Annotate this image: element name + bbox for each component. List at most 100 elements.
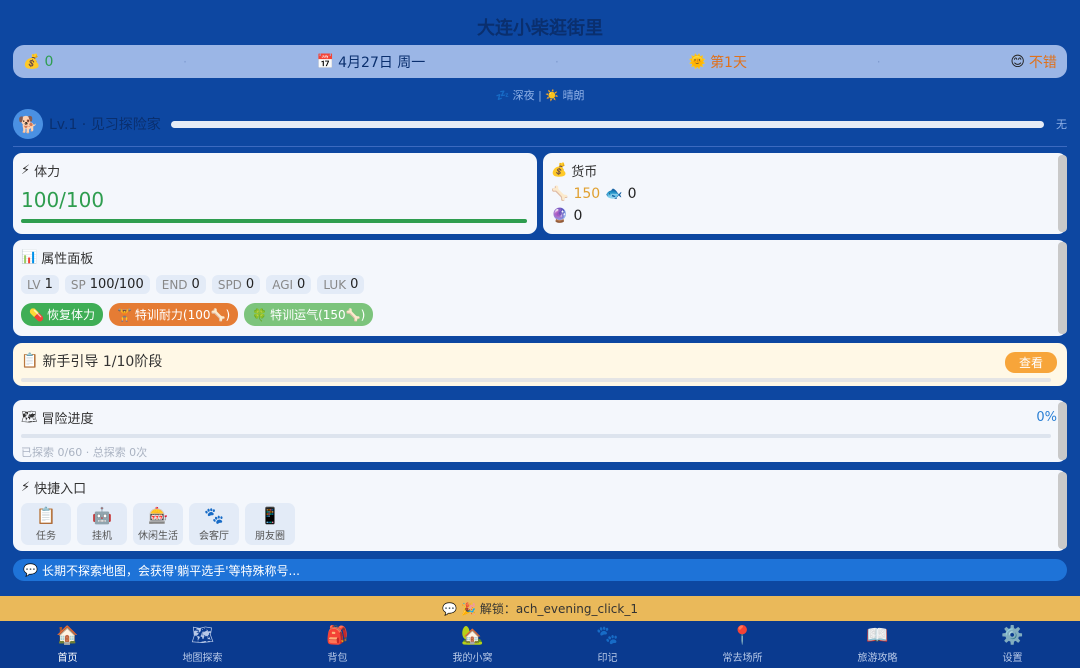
app-title: 大连小柴逛街里 xyxy=(477,18,603,39)
weather: 晴朗 xyxy=(562,89,585,102)
nav-label: 印记 xyxy=(597,652,618,664)
adventure-progress xyxy=(21,434,1051,438)
nav-item-backpack[interactable]: 🎒 背包 xyxy=(270,621,405,668)
guide-card: 📋 新手引导 1/10阶段 查看 xyxy=(13,343,1067,386)
avatar[interactable]: 🐕 xyxy=(13,109,43,139)
adventure-card: 🗺 冒险进度 0% 已探索 0/60 · 总探索 0次 xyxy=(13,400,1067,462)
chart-icon: 📊 xyxy=(21,250,38,265)
view-button[interactable]: 查看 xyxy=(1004,352,1057,373)
restore-stamina-button[interactable]: 💊 恢复体力 xyxy=(21,303,103,326)
nav-label: 地图探索 xyxy=(182,652,223,664)
nav-label: 旅游攻略 xyxy=(857,652,898,664)
status-bar: 💰 0 · 📅 4月27日 周一 · 🌞 第1天 · 😊 不错 xyxy=(13,45,1067,78)
separator: · xyxy=(183,54,187,69)
adventure-title-text: 冒险进度 xyxy=(41,412,94,427)
scrollbar[interactable] xyxy=(1058,155,1067,232)
quick-item-leisure[interactable]: 🎰 休闲生活 xyxy=(133,503,183,545)
attributes-card: 📊 属性面板 LV 1 SP 100/100 END 0 SPD 0 AGI 0 LUK 0… xyxy=(13,240,1067,336)
nav-item-guide[interactable]: 📖 旅游攻略 xyxy=(810,621,945,668)
stamina-value: 100/100 xyxy=(21,188,105,212)
lightning-icon: ⚡ xyxy=(21,163,31,178)
bone-value: 150 xyxy=(573,186,601,202)
fish-value: 0 xyxy=(627,186,637,202)
stat-chip: END 0 xyxy=(155,275,206,294)
sleep-icon: 💤 xyxy=(495,89,510,102)
sun-icon: 🌞 xyxy=(688,53,707,70)
button-label: 特训运气(150🦴) xyxy=(270,308,366,322)
divider: | xyxy=(538,89,542,102)
currency-title: 💰 货币 xyxy=(551,161,1059,180)
attributes-title-text: 属性面板 xyxy=(41,252,94,267)
stat-key: LV xyxy=(27,277,41,292)
bone-icon: 🦴 xyxy=(551,186,569,202)
nav-label: 设置 xyxy=(1002,652,1023,664)
map-icon: 🗺 xyxy=(191,624,214,646)
clipboard-icon: 📋 xyxy=(21,353,39,369)
slot-machine-icon: 🎰 xyxy=(148,505,168,525)
quick-item-idle[interactable]: 🤖 挂机 xyxy=(77,503,127,545)
unlock-text: 解锁：ach_evening_click_1 xyxy=(479,602,638,616)
sun-icon: ☀️ xyxy=(545,89,560,102)
money-display: 💰 0 xyxy=(23,54,53,70)
scrollbar[interactable] xyxy=(1058,242,1067,334)
party-icon: 🎉 xyxy=(460,601,476,616)
paw-icon: 🐾 xyxy=(204,505,224,525)
clipboard-icon: 📋 xyxy=(36,505,56,525)
nav-item-places[interactable]: 📍 常去场所 xyxy=(675,621,810,668)
nav-item-marks[interactable]: 🐾 印记 xyxy=(540,621,675,668)
money-bag-icon: 💰 xyxy=(551,163,568,178)
scrollbar[interactable] xyxy=(1058,402,1067,460)
xp-bar xyxy=(170,120,1044,128)
stat-key: LUK xyxy=(323,277,347,292)
stat-value: 0 xyxy=(191,277,200,292)
dumbbell-icon: 🏋 xyxy=(116,307,132,322)
xp-label: 无 xyxy=(1056,118,1067,131)
day-display: 🌞 第1天 xyxy=(689,52,747,72)
level-row: 🐕 Lv.1 · 见习探险家 无 xyxy=(13,108,1067,140)
map-icon: 🗺 xyxy=(21,410,38,425)
quick-item-label: 休闲生活 xyxy=(138,530,178,542)
nav-label: 首页 xyxy=(57,652,78,664)
level-label: Lv.1 · 见习探险家 xyxy=(49,117,161,133)
nav-item-map[interactable]: 🗺 地图探索 xyxy=(135,621,270,668)
phone-icon: 📱 xyxy=(260,505,280,525)
scrollbar[interactable] xyxy=(1058,472,1067,549)
nav-item-settings[interactable]: ⚙️ 设置 xyxy=(945,621,1080,668)
nav-label: 常去场所 xyxy=(722,652,763,664)
quick-item-label: 任务 xyxy=(36,530,56,542)
nav-item-nest[interactable]: 🏡 我的小窝 xyxy=(405,621,540,668)
time-weather: 💤 深夜 | ☀️ 晴朗 xyxy=(0,87,1080,103)
orb-value: 0 xyxy=(573,208,583,224)
attributes-title: 📊 属性面板 xyxy=(21,248,1059,267)
money-bag-icon: 💰 xyxy=(23,53,41,70)
tip-text: 长期不探索地图，会获得'躺平选手'等特殊称号... xyxy=(41,563,300,578)
nav-item-home[interactable]: 🏠 首页 xyxy=(0,621,135,668)
quick-title: ⚡ 快捷入口 xyxy=(21,478,1059,497)
quick-item-tasks[interactable]: 📋 任务 xyxy=(21,503,71,545)
quick-items: 📋 任务 🤖 挂机 🎰 休闲生活 🐾 会客厅 📱 朋友圈 xyxy=(21,503,1059,545)
mood-value: 不错 xyxy=(1028,54,1057,71)
stamina-bar xyxy=(21,219,527,223)
train-luck-button[interactable]: 🍀 特训运气(150🦴) xyxy=(244,303,374,326)
robot-icon: 🤖 xyxy=(92,505,112,525)
quick-title-text: 快捷入口 xyxy=(34,482,87,497)
smile-icon: 😊 xyxy=(1010,53,1025,70)
fish-icon: 🐟 xyxy=(605,186,623,202)
dog-icon: 🐕 xyxy=(18,114,38,134)
stat-key: SPD xyxy=(217,277,242,292)
stat-value: 1 xyxy=(44,277,53,292)
button-label: 特训耐力(100🦴) xyxy=(134,308,231,322)
quick-item-lounge[interactable]: 🐾 会客厅 xyxy=(189,503,239,545)
quick-item-moments[interactable]: 📱 朋友圈 xyxy=(245,503,295,545)
stat-chip: LV 1 xyxy=(21,275,59,294)
bottom-nav: 🏠 首页 🗺 地图探索 🎒 背包 🏡 我的小窝 🐾 印记 📍 常去场所 📖 旅游攻略 ⚙️ 设置 xyxy=(0,621,1080,668)
speech-bubble-icon: 💬 xyxy=(442,601,457,616)
stat-chip: SPD 0 xyxy=(211,275,261,294)
train-endurance-button[interactable]: 🏋 特训耐力(100🦴) xyxy=(108,303,239,326)
stat-value: 0 xyxy=(245,277,255,292)
adventure-percent: 0% xyxy=(1036,410,1057,425)
gear-icon: ⚙️ xyxy=(1001,624,1024,646)
separator: · xyxy=(555,54,559,69)
quick-item-label: 朋友圈 xyxy=(255,530,285,542)
stat-chips: LV 1 SP 100/100 END 0 SPD 0 AGI 0 LUK 0 xyxy=(21,275,1059,294)
